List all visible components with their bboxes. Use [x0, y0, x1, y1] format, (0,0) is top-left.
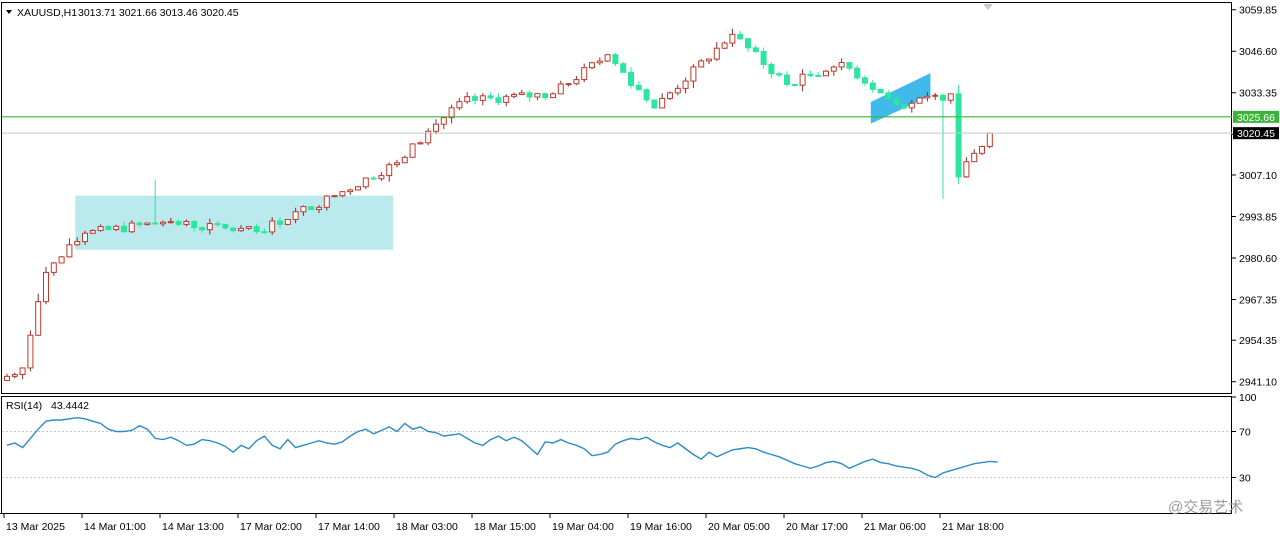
price-tick-label: 3059.85 [1239, 5, 1277, 17]
price-tick-label: 3007.10 [1239, 170, 1277, 182]
rsi-tick-label: 70 [1239, 427, 1251, 439]
rsi-value: 43.4442 [51, 400, 89, 412]
candle [144, 222, 151, 226]
candle [308, 206, 315, 211]
price-tick-label: 2980.60 [1239, 253, 1277, 265]
candle [877, 88, 884, 94]
rsi-tick-label: 30 [1239, 473, 1251, 485]
time-axis[interactable]: 13 Mar 2025 14 Mar 01:00 14 Mar 13:00 17 Ma… [3, 514, 1004, 533]
watermark: @交易艺术 [1168, 498, 1243, 516]
price-tick-label: 2967.35 [1239, 294, 1277, 306]
time-tick-label: 21 Mar 06:00 [864, 521, 926, 533]
price-axis[interactable]: 3059.853046.603033.353020.103007.102993.… [1232, 5, 1279, 389]
candle [284, 218, 291, 226]
chart-symbol: XAUUSD,H1 [17, 7, 77, 19]
candle [27, 330, 34, 372]
rsi-pane-frame [1, 396, 1232, 514]
price-tick-label: 2941.10 [1239, 377, 1277, 389]
candle [612, 53, 619, 67]
candle [331, 195, 338, 198]
candle [651, 99, 658, 109]
candle [58, 255, 65, 264]
price-tick-label: 3046.60 [1239, 46, 1277, 58]
time-tick-label: 17 Mar 02:00 [240, 521, 302, 533]
time-tick-label: 19 Mar 16:00 [630, 521, 692, 533]
rsi-label: RSI(14) [6, 400, 42, 412]
candle [979, 145, 985, 156]
time-tick-label: 18 Mar 15:00 [474, 521, 536, 533]
rsi-tick-label: 100 [1239, 392, 1257, 404]
price-tick-label: 2993.85 [1239, 211, 1277, 223]
time-tick-label: 14 Mar 13:00 [162, 521, 224, 533]
candle [667, 91, 673, 101]
time-tick-label: 17 Mar 14:00 [318, 521, 380, 533]
current-price-label: 3020.45 [1237, 128, 1275, 140]
chart-canvas: 3059.853046.603033.353020.103007.102993.… [0, 2, 1279, 533]
candle [409, 143, 416, 158]
chart-ohlc: 3013.71 3021.66 3013.46 3020.45 [78, 7, 239, 19]
time-tick-label: 18 Mar 03:00 [396, 521, 458, 533]
price-tick-label: 2954.35 [1239, 335, 1277, 347]
candle [986, 132, 993, 149]
candle [823, 69, 829, 77]
candle [721, 41, 728, 50]
time-tick-label: 20 Mar 05:00 [708, 521, 770, 533]
level-price-label: 3025.66 [1237, 112, 1275, 124]
time-tick-label: 14 Mar 01:00 [84, 521, 146, 533]
candle [620, 61, 627, 73]
candle [955, 84, 962, 185]
consolidation-box[interactable] [75, 195, 394, 250]
candle [43, 266, 49, 305]
candle [916, 96, 923, 104]
time-tick-label: 13 Mar 2025 [6, 521, 65, 533]
candle [425, 128, 432, 146]
candle [355, 185, 361, 191]
time-tick-label: 20 Mar 17:00 [786, 521, 848, 533]
candle [643, 88, 650, 103]
time-tick-label: 19 Mar 04:00 [552, 521, 614, 533]
time-tick-label: 21 Mar 18:00 [942, 521, 1004, 533]
candle [604, 54, 611, 62]
price-tick-label: 3033.35 [1239, 88, 1277, 100]
